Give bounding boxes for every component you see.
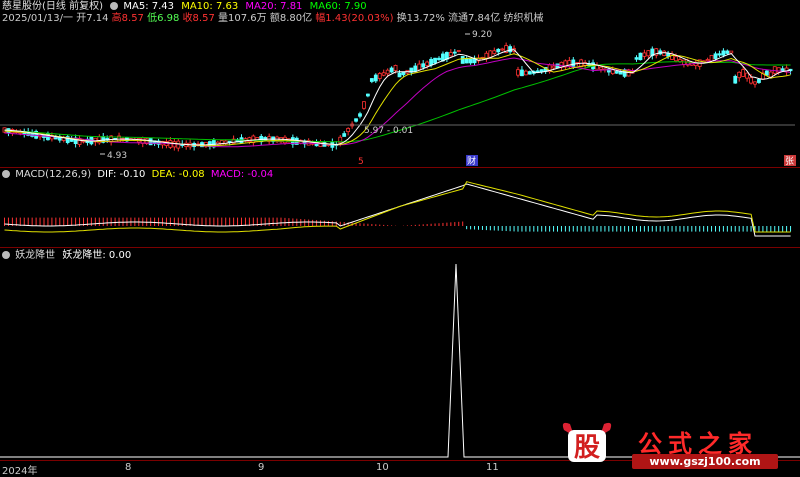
candle [709, 54, 714, 62]
candle [725, 50, 730, 54]
candle [413, 65, 418, 72]
candle [721, 50, 726, 56]
candle [362, 101, 366, 109]
candle [393, 65, 398, 71]
candle [452, 51, 457, 54]
candle [373, 74, 378, 82]
candle [571, 59, 576, 67]
candle [219, 140, 224, 146]
candle [757, 79, 761, 83]
candle [421, 63, 426, 68]
candle [745, 72, 749, 79]
candle [488, 50, 493, 58]
watermark-logo: 股 [558, 418, 616, 464]
limit-marker: 张 [785, 156, 794, 167]
candle [468, 58, 473, 64]
candle [524, 70, 528, 76]
candle [456, 50, 461, 52]
low-annotation: 4.93 [107, 151, 127, 161]
candle [385, 69, 390, 75]
candle [674, 56, 678, 62]
candle [437, 57, 441, 61]
candle [401, 71, 406, 76]
candle [460, 56, 465, 64]
candle [772, 66, 777, 74]
axis-label-aug: 8 [125, 462, 132, 473]
candle [464, 58, 469, 64]
candle [717, 53, 722, 56]
candle [354, 118, 358, 122]
candle [346, 127, 351, 133]
candle [555, 63, 560, 69]
macd-chart[interactable] [0, 168, 800, 248]
candle [614, 71, 619, 74]
candle [492, 50, 497, 54]
candle [539, 69, 544, 73]
finance-marker: 财 [467, 155, 476, 167]
candle [433, 57, 437, 64]
candle [764, 70, 769, 76]
candle [448, 52, 453, 57]
candle [417, 63, 422, 71]
candle [429, 58, 434, 66]
candle [508, 46, 513, 53]
candle [634, 57, 639, 60]
candle [500, 48, 505, 51]
candle [753, 81, 757, 85]
candle [365, 93, 370, 97]
axis-label-oct: 10 [376, 462, 389, 473]
candle [666, 53, 670, 57]
candle [516, 69, 520, 76]
candle [646, 50, 651, 57]
candle [741, 69, 746, 77]
candle [358, 113, 362, 117]
candle [599, 66, 603, 70]
candle [342, 133, 347, 137]
candle [377, 73, 382, 79]
candle [425, 61, 430, 66]
watermark-logo-char: 股 [574, 433, 600, 463]
candle [768, 71, 773, 78]
candle [713, 53, 718, 59]
candle [381, 72, 386, 76]
candle [662, 50, 667, 56]
candle [776, 67, 781, 73]
candle [148, 138, 153, 146]
watermark-url: www.gszj100.com [632, 454, 778, 469]
candle [369, 78, 374, 82]
candle [527, 71, 532, 75]
event-marker-5: 5 [358, 157, 364, 167]
candle [97, 136, 102, 144]
candle [729, 50, 734, 54]
candle [642, 52, 647, 57]
axis-label-sep: 9 [258, 462, 265, 473]
high-annotation: 9.20 [472, 30, 492, 40]
candle [733, 75, 738, 84]
candle [247, 137, 252, 143]
candle [551, 65, 556, 69]
dea-line [4, 181, 791, 233]
mid-annotation: 5.97 - 0.01 [364, 126, 413, 136]
candle [496, 48, 501, 53]
candlestick-chart[interactable]: 9.20 4.93 5.97 - 0.01 5 财 张 [0, 0, 800, 168]
candle [638, 52, 643, 61]
candle [389, 67, 394, 73]
candle [670, 53, 674, 60]
candle [749, 77, 753, 84]
candle [397, 72, 402, 78]
candle [737, 71, 742, 79]
candle [520, 69, 524, 77]
axis-label-nov: 11 [486, 462, 499, 473]
candle [705, 59, 710, 62]
